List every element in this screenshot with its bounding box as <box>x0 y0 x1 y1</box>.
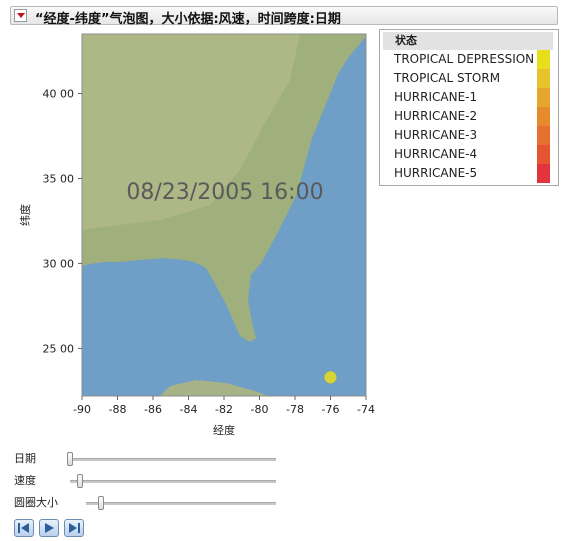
legend-color-swatch <box>537 69 550 88</box>
legend-color-swatch <box>537 126 550 145</box>
slider-label: 日期 <box>14 452 36 465</box>
x-tick-label: -84 <box>180 403 198 416</box>
slider-track[interactable] <box>86 502 276 505</box>
legend-item-label: HURRICANE-1 <box>394 90 478 104</box>
x-axis-label: 经度 <box>213 423 235 437</box>
storm-bubble[interactable] <box>324 371 337 384</box>
legend-title: 状态 <box>383 32 553 50</box>
legend-item-label: HURRICANE-4 <box>394 147 478 161</box>
x-tick-label: -82 <box>215 403 233 416</box>
legend-color-swatch <box>537 107 550 126</box>
step-forward-icon <box>69 523 80 533</box>
play-button[interactable] <box>39 519 59 537</box>
time-stamp: 08/23/2005 16:00 <box>126 180 323 205</box>
legend-item-label: TROPICAL STORM <box>394 71 501 85</box>
step-back-button[interactable] <box>14 519 34 537</box>
y-tick-label: 30 00 <box>43 257 75 270</box>
slider-track[interactable] <box>70 480 276 483</box>
legend-item-label: HURRICANE-3 <box>394 128 478 142</box>
x-tick-label: -80 <box>251 403 269 416</box>
x-tick-label: -76 <box>322 403 340 416</box>
slider-label: 速度 <box>14 474 36 487</box>
legend-color-swatch <box>537 50 550 69</box>
y-tick-label: 35 00 <box>43 172 75 185</box>
x-tick-label: -74 <box>357 403 375 416</box>
x-tick-label: -90 <box>73 403 91 416</box>
legend-color-swatch <box>537 164 550 183</box>
slider-thumb[interactable] <box>77 474 84 488</box>
legend-color-swatch <box>537 145 550 164</box>
y-tick-label: 40 00 <box>43 87 75 100</box>
legend-item-label: TROPICAL DEPRESSION <box>394 52 535 66</box>
legend-color-swatch <box>537 88 550 107</box>
slider-thumb[interactable] <box>67 452 73 466</box>
x-tick-label: -88 <box>109 403 127 416</box>
slider-thumb[interactable] <box>98 496 105 510</box>
slider-label: 圆圈大小 <box>14 496 58 509</box>
slider-track[interactable] <box>70 458 276 461</box>
x-tick-label: -78 <box>286 403 304 416</box>
play-icon <box>45 523 54 533</box>
legend-item-label: HURRICANE-5 <box>394 166 478 180</box>
y-tick-label: 25 00 <box>43 342 75 355</box>
step-back-icon <box>18 523 29 533</box>
x-tick-label: -86 <box>144 403 162 416</box>
legend-item-label: HURRICANE-2 <box>394 109 478 123</box>
step-forward-button[interactable] <box>64 519 84 537</box>
y-axis-label: 纬度 <box>18 204 32 226</box>
